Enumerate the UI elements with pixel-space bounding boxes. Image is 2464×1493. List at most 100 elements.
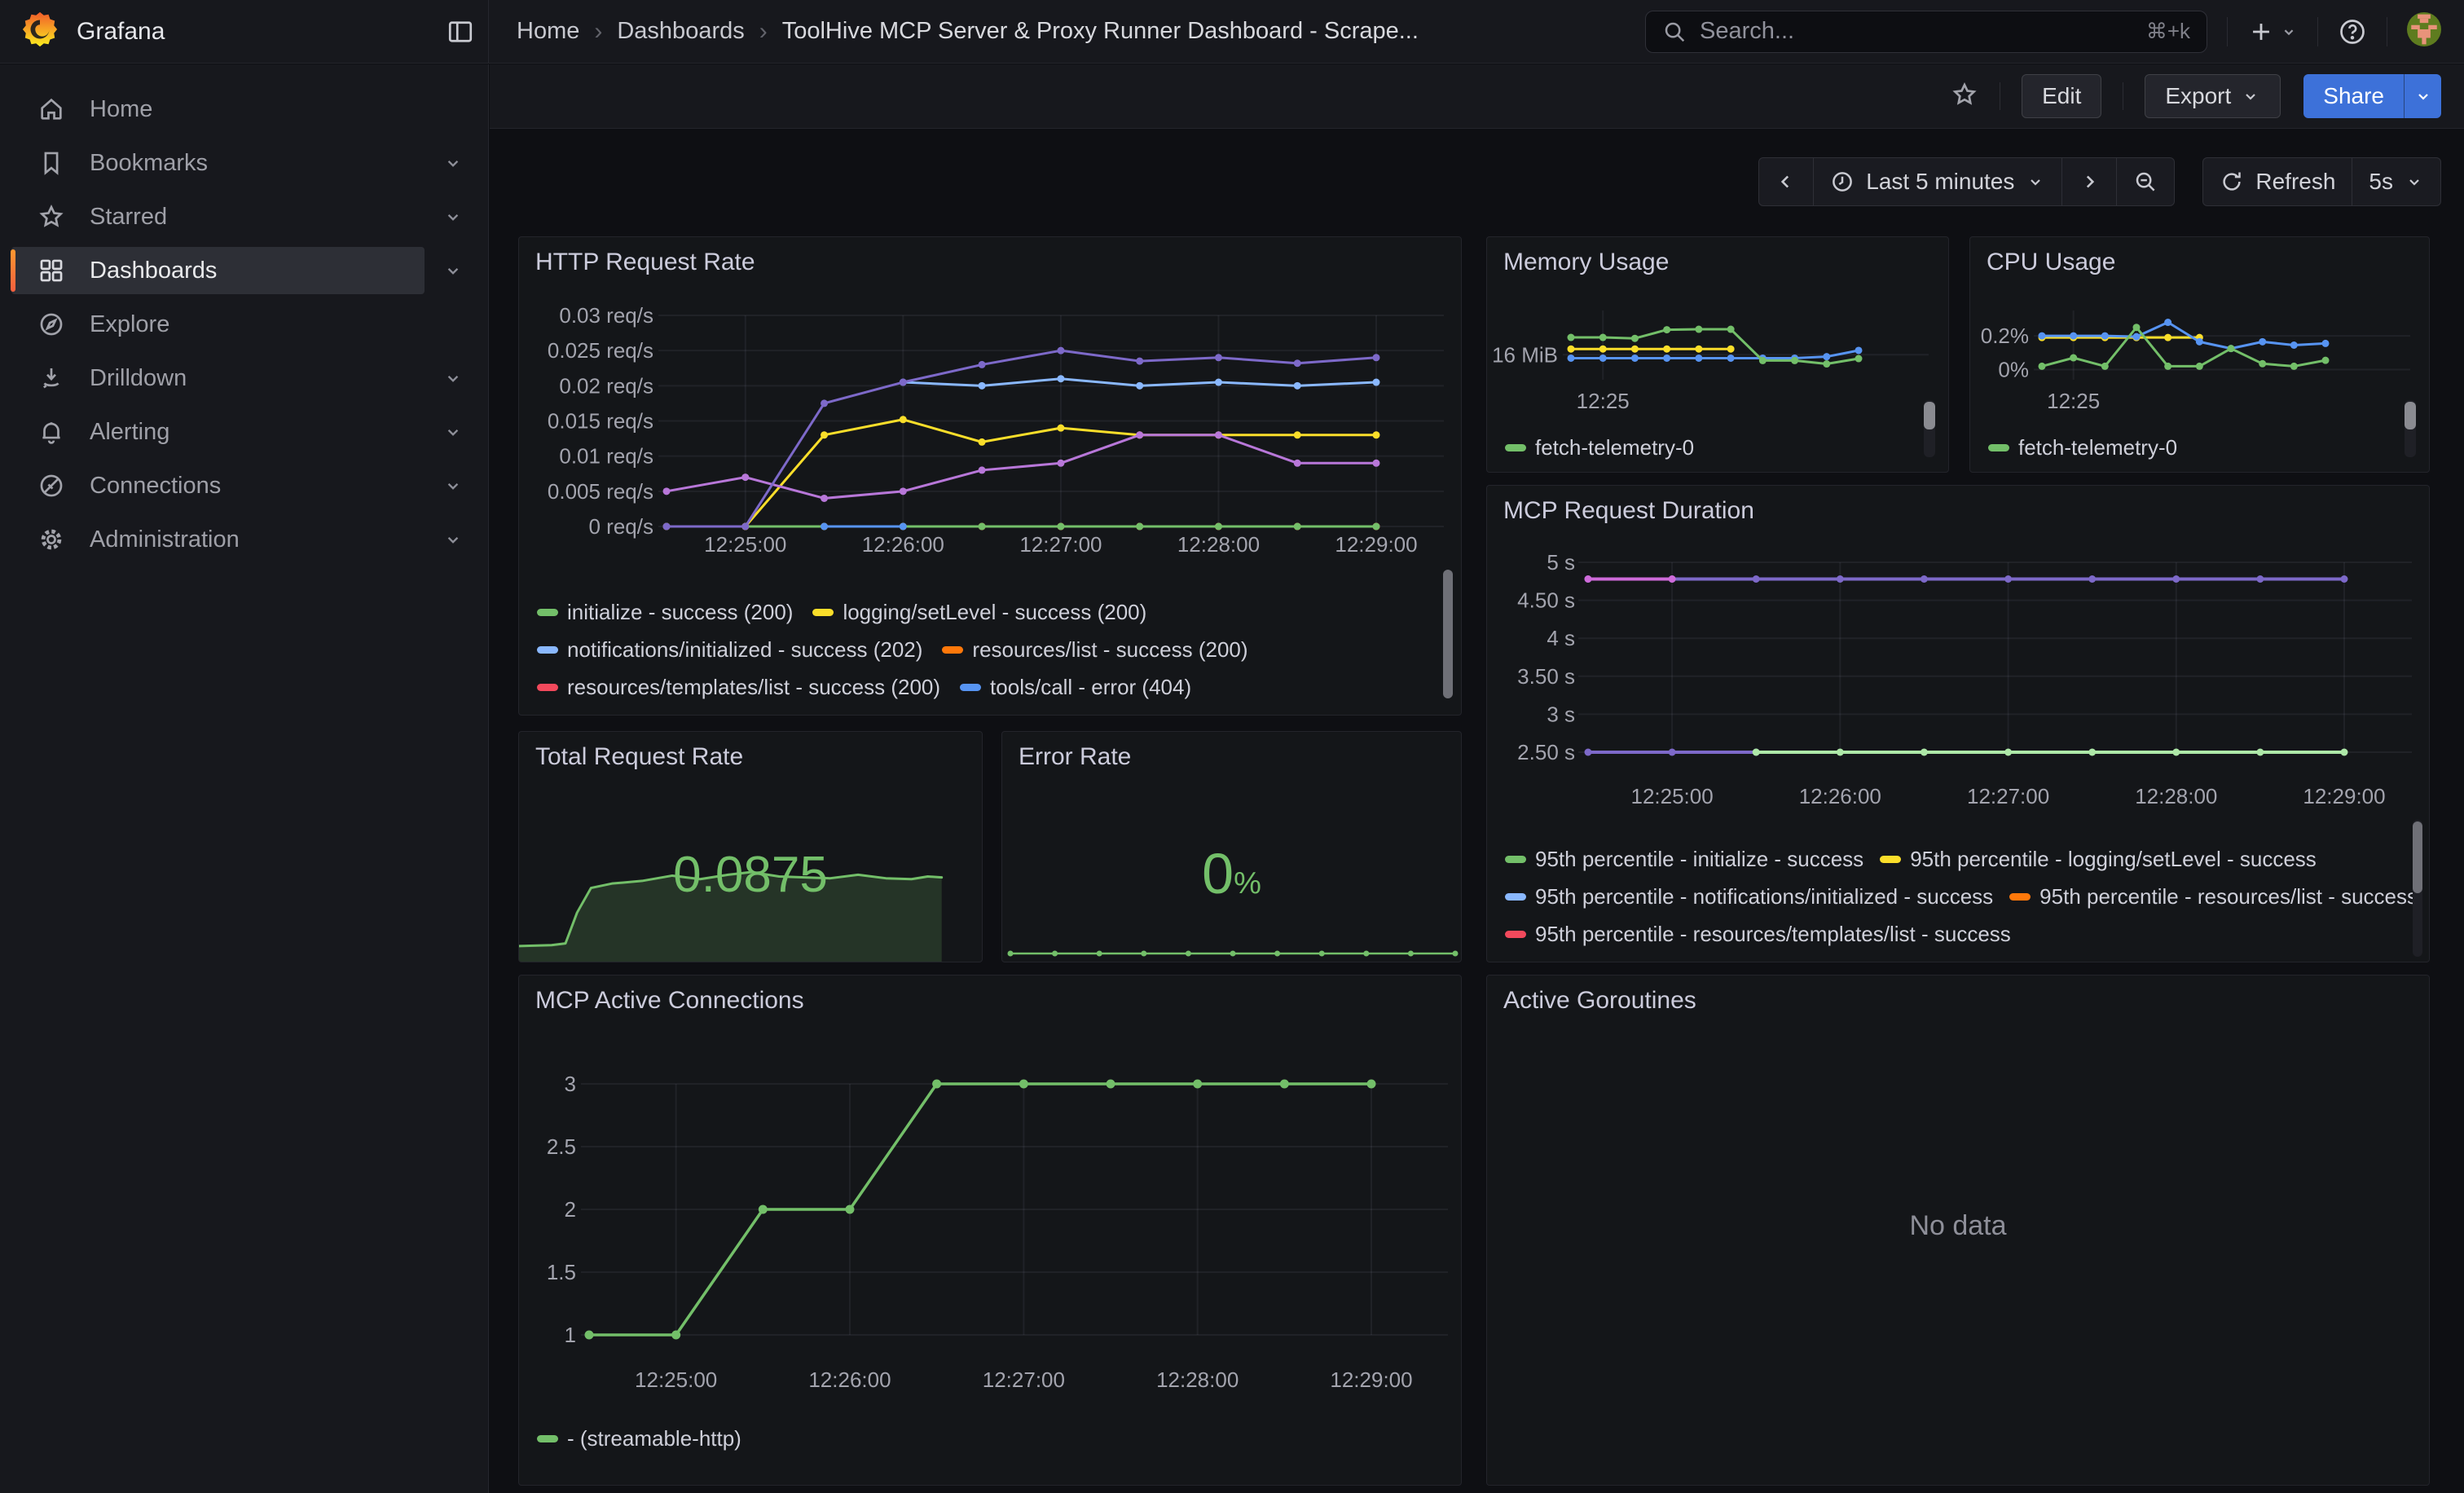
sidebar-item-alerting[interactable]: Alerting xyxy=(11,408,425,456)
favorite-star-icon[interactable] xyxy=(1951,81,1978,112)
svg-text:12:29:00: 12:29:00 xyxy=(2303,784,2385,808)
legend-item[interactable]: unknown - success (200) xyxy=(1097,706,1362,716)
sidebar-item-explore[interactable]: Explore xyxy=(11,301,425,348)
panel-total-request-rate: Total Request Rate 0.0875 xyxy=(518,731,983,962)
user-avatar[interactable] xyxy=(2407,12,2441,51)
sidebar-item-connections[interactable]: Connections xyxy=(11,462,425,509)
legend-item[interactable]: fetch-telemetry-0 xyxy=(1505,429,1694,466)
legend-scrollbar[interactable] xyxy=(1924,402,1935,429)
svg-text:12:28:00: 12:28:00 xyxy=(1156,1367,1239,1392)
help-button[interactable] xyxy=(2338,17,2367,46)
legend-scrollbar[interactable] xyxy=(1443,570,1453,698)
sidebar-item-bookmarks[interactable]: Bookmarks xyxy=(11,139,425,187)
sidebar-item-administration[interactable]: Administration xyxy=(11,516,425,563)
panel-mcp-request-duration: MCP Request Duration 12:25:0012:26:0012:… xyxy=(1486,485,2430,962)
legend-label: 95th percentile - initialize - success xyxy=(1535,847,1863,872)
panel-title[interactable]: CPU Usage xyxy=(1987,249,2115,276)
legend-scrollbar[interactable] xyxy=(2413,821,2422,893)
legend-item[interactable]: notifications/initialized - success (202… xyxy=(537,631,922,668)
legend-item[interactable]: initialize - success (200) xyxy=(537,593,793,631)
legend-item[interactable]: 95th percentile - resources/templates/li… xyxy=(1505,915,2011,953)
panel-title[interactable]: Error Rate xyxy=(1019,743,1131,771)
panel-title[interactable]: Memory Usage xyxy=(1503,249,1669,276)
share-button[interactable]: Share xyxy=(2303,74,2404,118)
series-color-chip xyxy=(1880,856,1901,863)
search-input[interactable]: Search... ⌘+k xyxy=(1645,11,2207,53)
refresh-button[interactable]: Refresh xyxy=(2202,157,2352,206)
legend-item[interactable]: 95th percentile - notifications/initiali… xyxy=(1505,878,1993,915)
svg-text:12:25:00: 12:25:00 xyxy=(704,532,786,557)
series-color-chip xyxy=(537,609,558,616)
legend-item[interactable]: resources/templates/list - success (200) xyxy=(537,668,940,706)
panel-title[interactable]: HTTP Request Rate xyxy=(535,249,755,276)
svg-text:0.025 req/s: 0.025 req/s xyxy=(548,338,653,363)
legend-label: fetch-telemetry-0 xyxy=(1535,435,1694,460)
refresh-icon xyxy=(2220,170,2244,194)
legend-item[interactable]: tools/call - error (404) xyxy=(960,668,1191,706)
breadcrumb-current-page: ToolHive MCP Server & Proxy Runner Dashb… xyxy=(782,18,1419,45)
chevron-down-icon xyxy=(2026,172,2045,192)
sidebar-item-drilldown[interactable]: Drilldown xyxy=(11,355,425,402)
sidebar-item-home[interactable]: Home xyxy=(11,86,425,133)
sidebar-item-starred[interactable]: Starred xyxy=(11,193,425,240)
series-color-chip xyxy=(1505,931,1526,938)
breadcrumb-home[interactable]: Home xyxy=(517,18,579,45)
chevron-down-icon[interactable] xyxy=(442,421,464,447)
time-series-chart[interactable]: 12:25:0012:26:0012:27:0012:28:0012:29:00… xyxy=(519,307,1462,592)
chevron-right-icon xyxy=(2079,171,2100,192)
panel-active-goroutines: Active Goroutines No data xyxy=(1486,975,2430,1486)
chevron-down-icon[interactable] xyxy=(442,529,464,554)
time-series-chart[interactable]: 12:250.2%0% xyxy=(1970,286,2430,429)
add-new-button[interactable] xyxy=(2247,18,2298,46)
sidebar-collapse-icon[interactable] xyxy=(446,17,475,46)
stat-value: 0% xyxy=(1002,841,1461,906)
chevron-down-icon[interactable] xyxy=(442,152,464,178)
svg-text:2.50 s: 2.50 s xyxy=(1517,740,1575,764)
legend-item[interactable]: - (streamable-http) xyxy=(537,1420,741,1457)
legend-item[interactable]: 95th percentile - resources/list - succe… xyxy=(2009,878,2418,915)
legend-item[interactable]: tools/call - success (200) xyxy=(537,706,800,716)
panel-title[interactable]: MCP Request Duration xyxy=(1503,497,1754,525)
chart-legend: initialize - success (200) logging/setLev… xyxy=(537,593,1461,716)
time-range-picker[interactable]: Last 5 minutes xyxy=(1814,157,2062,206)
chevron-down-icon[interactable] xyxy=(442,368,464,393)
time-series-chart[interactable]: 12:25:0012:26:0012:27:0012:28:0012:29:00… xyxy=(1487,535,2430,865)
legend-scrollbar[interactable] xyxy=(2405,402,2416,429)
share-options-button[interactable] xyxy=(2404,74,2441,118)
zoom-out-button[interactable] xyxy=(2117,157,2175,206)
refresh-interval-picker[interactable]: 5s xyxy=(2352,157,2441,206)
chevron-down-icon[interactable] xyxy=(442,260,464,285)
svg-text:2.5: 2.5 xyxy=(547,1134,576,1159)
edit-button[interactable]: Edit xyxy=(2022,74,2101,118)
svg-text:12:27:00: 12:27:00 xyxy=(1967,784,2049,808)
chevron-down-icon[interactable] xyxy=(442,206,464,231)
legend-item[interactable]: 95th percentile - logging/setLevel - suc… xyxy=(1880,840,2317,878)
panel-title[interactable]: MCP Active Connections xyxy=(535,987,804,1015)
stat-unit: % xyxy=(1234,866,1261,901)
panel-title[interactable]: Active Goroutines xyxy=(1503,987,1696,1015)
svg-text:12:26:00: 12:26:00 xyxy=(1799,784,1881,808)
time-shift-back-button[interactable] xyxy=(1758,157,1814,206)
legend-item[interactable]: resources/list - success (200) xyxy=(942,631,1247,668)
search-icon xyxy=(1662,20,1687,44)
legend-item[interactable]: logging/setLevel - success (200) xyxy=(812,593,1146,631)
legend-item[interactable]: fetch-telemetry-0 xyxy=(1988,429,2177,466)
series-color-chip xyxy=(537,684,558,691)
svg-text:0.005 req/s: 0.005 req/s xyxy=(548,479,653,504)
series-color-chip xyxy=(942,646,963,654)
panel-title[interactable]: Total Request Rate xyxy=(535,743,743,771)
legend-item[interactable]: tools/list - success (200) xyxy=(820,706,1077,716)
nav-brand-section: Grafana xyxy=(0,0,489,63)
legend-item[interactable]: 95th percentile - initialize - success xyxy=(1505,840,1863,878)
compass-icon xyxy=(37,310,67,338)
time-series-chart[interactable]: 12:2516 MiB xyxy=(1487,286,1949,429)
sidebar-item-dashboards[interactable]: Dashboards xyxy=(11,247,425,294)
breadcrumb-dashboards[interactable]: Dashboards xyxy=(617,18,744,45)
svg-text:12:26:00: 12:26:00 xyxy=(862,532,944,557)
export-button[interactable]: Export xyxy=(2145,74,2281,118)
chevron-down-icon[interactable] xyxy=(442,475,464,500)
panel-cpu-usage: CPU Usage 12:250.2%0% fetch-telemetry-0 xyxy=(1969,236,2430,473)
time-series-chart[interactable]: 12:25:0012:26:0012:27:0012:28:0012:29:00… xyxy=(519,1024,1462,1448)
grafana-logo-icon[interactable] xyxy=(21,11,59,52)
time-shift-forward-button[interactable] xyxy=(2062,157,2117,206)
